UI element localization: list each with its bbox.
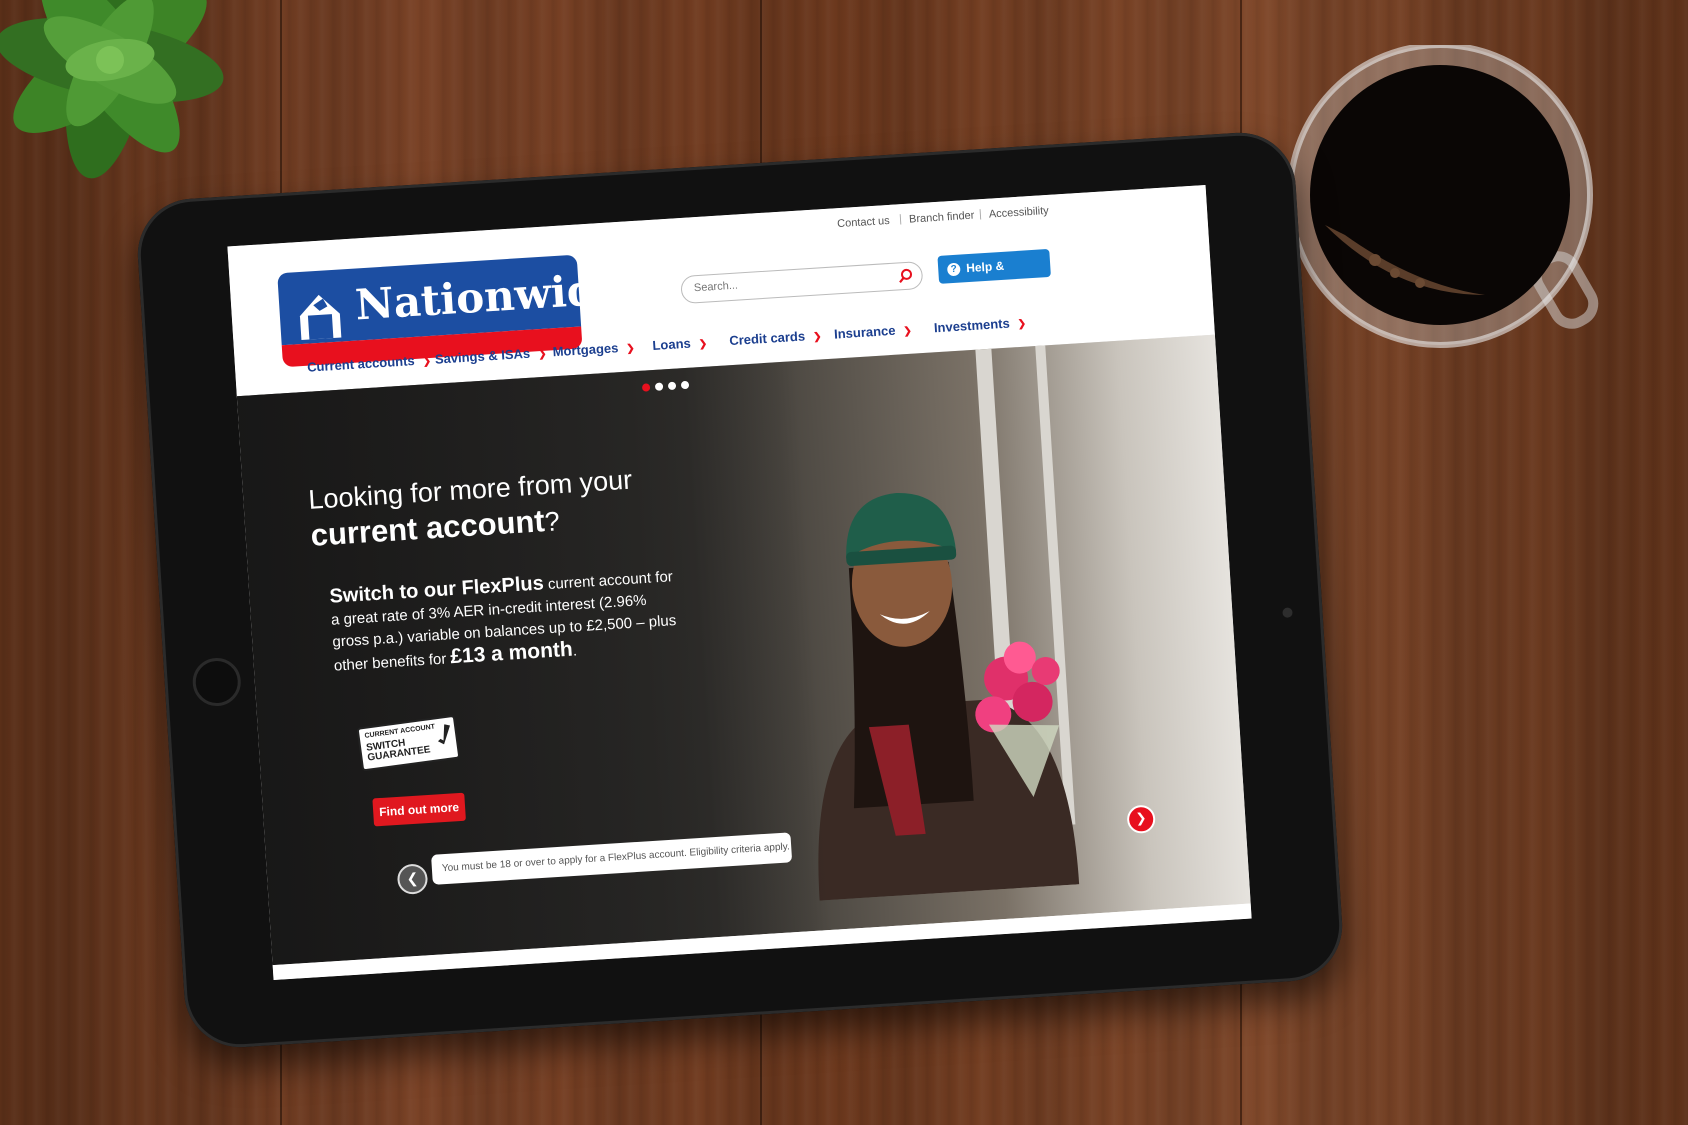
- carousel-dot[interactable]: [641, 383, 651, 392]
- help-support-button[interactable]: ? Help & support: [937, 248, 1051, 305]
- search-input[interactable]: [691, 269, 887, 296]
- contact-us-link[interactable]: Contact us: [837, 215, 890, 230]
- help-icon: ?: [946, 262, 961, 277]
- find-out-more-button[interactable]: Find out more: [372, 792, 466, 827]
- chevron-down-icon: ❯: [626, 343, 636, 355]
- nav-credit-cards[interactable]: Credit cards ❯: [729, 327, 822, 348]
- search-icon[interactable]: [897, 267, 914, 284]
- nav-investments[interactable]: Investments ❯: [933, 315, 1026, 336]
- nav-insurance[interactable]: Insurance ❯: [834, 322, 913, 342]
- chevron-down-icon: ❯: [537, 348, 547, 361]
- chevron-down-icon: ❯: [903, 325, 913, 338]
- nav-loans[interactable]: Loans ❯: [652, 335, 708, 353]
- carousel-dot[interactable]: [667, 381, 677, 391]
- chevron-down-icon: ❯: [698, 338, 708, 351]
- chevron-down-icon: ❯: [422, 355, 432, 368]
- branch-finder-link[interactable]: Branch finder: [909, 210, 975, 226]
- accessibility-link[interactable]: Accessibility: [989, 205, 1050, 221]
- tick-icon: [436, 723, 453, 745]
- screen: Nationwide Contact us | Branch finder | …: [227, 184, 1252, 981]
- camera-icon: [1282, 607, 1293, 618]
- home-button[interactable]: [191, 656, 243, 708]
- chevron-down-icon: ❯: [812, 331, 822, 343]
- carousel-dots: [641, 376, 695, 397]
- carousel-dot[interactable]: [680, 380, 690, 390]
- chevron-down-icon: ❯: [1017, 318, 1027, 331]
- hero-banner: Looking for more from your current accou…: [236, 334, 1251, 966]
- tablet: Nationwide Contact us | Branch finder | …: [134, 129, 1346, 1051]
- carousel-dot[interactable]: [654, 382, 664, 391]
- next-arrow-icon[interactable]: ❯: [1126, 804, 1157, 835]
- search-box[interactable]: [680, 260, 924, 305]
- logo-house-icon: [299, 294, 342, 341]
